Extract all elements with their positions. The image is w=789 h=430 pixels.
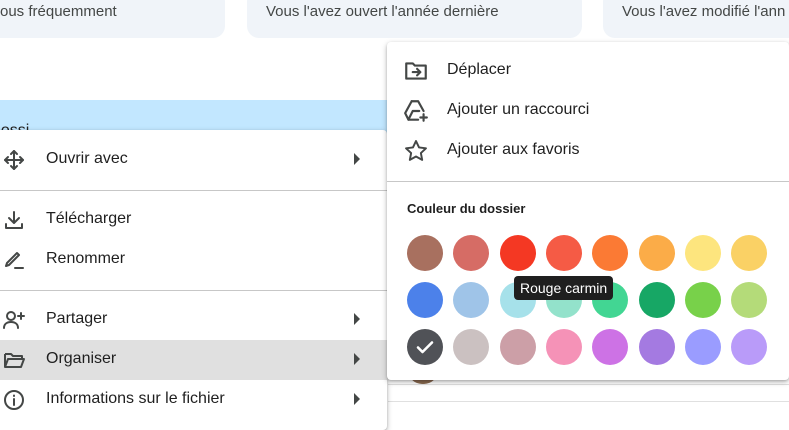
context-menu: Ouvrir avec Télécharger Renommer Partage… — [0, 130, 387, 430]
color-swatch[interactable] — [546, 235, 582, 271]
suggestion-card[interactable]: Vous l'avez ouvert l'année dernière — [247, 0, 582, 38]
info-icon — [2, 388, 26, 412]
color-swatch[interactable] — [639, 235, 675, 271]
row-divider — [388, 384, 789, 385]
add-shortcut-drive-icon — [403, 98, 429, 124]
menu-divider — [387, 181, 789, 182]
organize-submenu: Déplacer Ajouter un raccourci Ajouter au… — [387, 42, 789, 380]
rename-pencil-icon — [2, 248, 26, 272]
share-person-add-icon — [2, 308, 26, 332]
menu-item-rename[interactable]: Renommer — [0, 240, 387, 280]
color-swatch[interactable] — [685, 329, 721, 365]
menu-item-label: Télécharger — [46, 210, 132, 227]
menu-item-label: Renommer — [46, 250, 126, 267]
chevron-right-icon — [354, 393, 360, 405]
suggestion-card-text: Vous l'avez ouvert l'année dernière — [266, 3, 499, 20]
suggestion-card[interactable]: ous fréquemment — [0, 0, 225, 38]
folder-open-icon — [2, 348, 26, 372]
color-swatch[interactable] — [592, 329, 628, 365]
menu-item-organize[interactable]: Organiser — [0, 340, 387, 380]
menu-item-label: Informations sur le fichier — [46, 390, 225, 407]
color-swatch[interactable] — [546, 329, 582, 365]
color-swatch[interactable] — [592, 235, 628, 271]
download-icon — [2, 208, 26, 232]
chevron-right-icon — [354, 153, 360, 165]
color-swatch[interactable] — [731, 329, 767, 365]
menu-item-share[interactable]: Partager — [0, 300, 387, 340]
color-tooltip: Rouge carmin — [514, 276, 614, 300]
color-swatch[interactable] — [500, 329, 536, 365]
color-swatch[interactable] — [685, 282, 721, 318]
menu-item-label: Déplacer — [447, 61, 512, 78]
chevron-right-icon — [354, 353, 360, 365]
folder-color-title: Couleur du dossier — [407, 201, 526, 216]
color-swatch[interactable] — [731, 235, 767, 271]
color-swatch[interactable] — [453, 329, 489, 365]
move-arrows-icon — [2, 148, 26, 172]
menu-item-add-shortcut[interactable]: Ajouter un raccourci — [387, 90, 789, 130]
color-swatch[interactable] — [500, 235, 536, 271]
color-swatch[interactable] — [407, 235, 443, 271]
menu-divider — [0, 190, 387, 191]
color-swatch[interactable] — [453, 282, 489, 318]
menu-item-label: Organiser — [46, 350, 117, 367]
check-icon — [416, 341, 434, 354]
color-swatch[interactable] — [639, 282, 675, 318]
menu-item-add-favorite[interactable]: Ajouter aux favoris — [387, 130, 789, 170]
menu-item-label: Partager — [46, 310, 108, 327]
menu-divider — [0, 290, 387, 291]
color-swatch[interactable] — [453, 235, 489, 271]
move-to-folder-icon — [403, 58, 429, 84]
color-swatch[interactable] — [731, 282, 767, 318]
suggestion-card-text: ous fréquemment — [0, 3, 117, 20]
menu-item-label: Ajouter un raccourci — [447, 101, 590, 118]
color-swatch[interactable] — [685, 235, 721, 271]
menu-item-file-info[interactable]: Informations sur le fichier — [0, 380, 387, 420]
star-outline-icon — [403, 138, 429, 164]
color-swatch[interactable] — [639, 329, 675, 365]
suggestion-card[interactable]: Vous l'avez modifié l'ann — [603, 0, 789, 38]
menu-item-label: Ouvrir avec — [46, 150, 128, 167]
suggestion-card-text: Vous l'avez modifié l'ann — [622, 3, 786, 20]
row-divider — [388, 401, 789, 402]
menu-item-download[interactable]: Télécharger — [0, 200, 387, 240]
chevron-right-icon — [354, 313, 360, 325]
menu-item-move[interactable]: Déplacer — [387, 50, 789, 90]
menu-item-open-with[interactable]: Ouvrir avec — [0, 140, 387, 180]
color-swatch[interactable] — [407, 329, 443, 365]
menu-item-label: Ajouter aux favoris — [447, 141, 580, 158]
color-swatch[interactable] — [407, 282, 443, 318]
